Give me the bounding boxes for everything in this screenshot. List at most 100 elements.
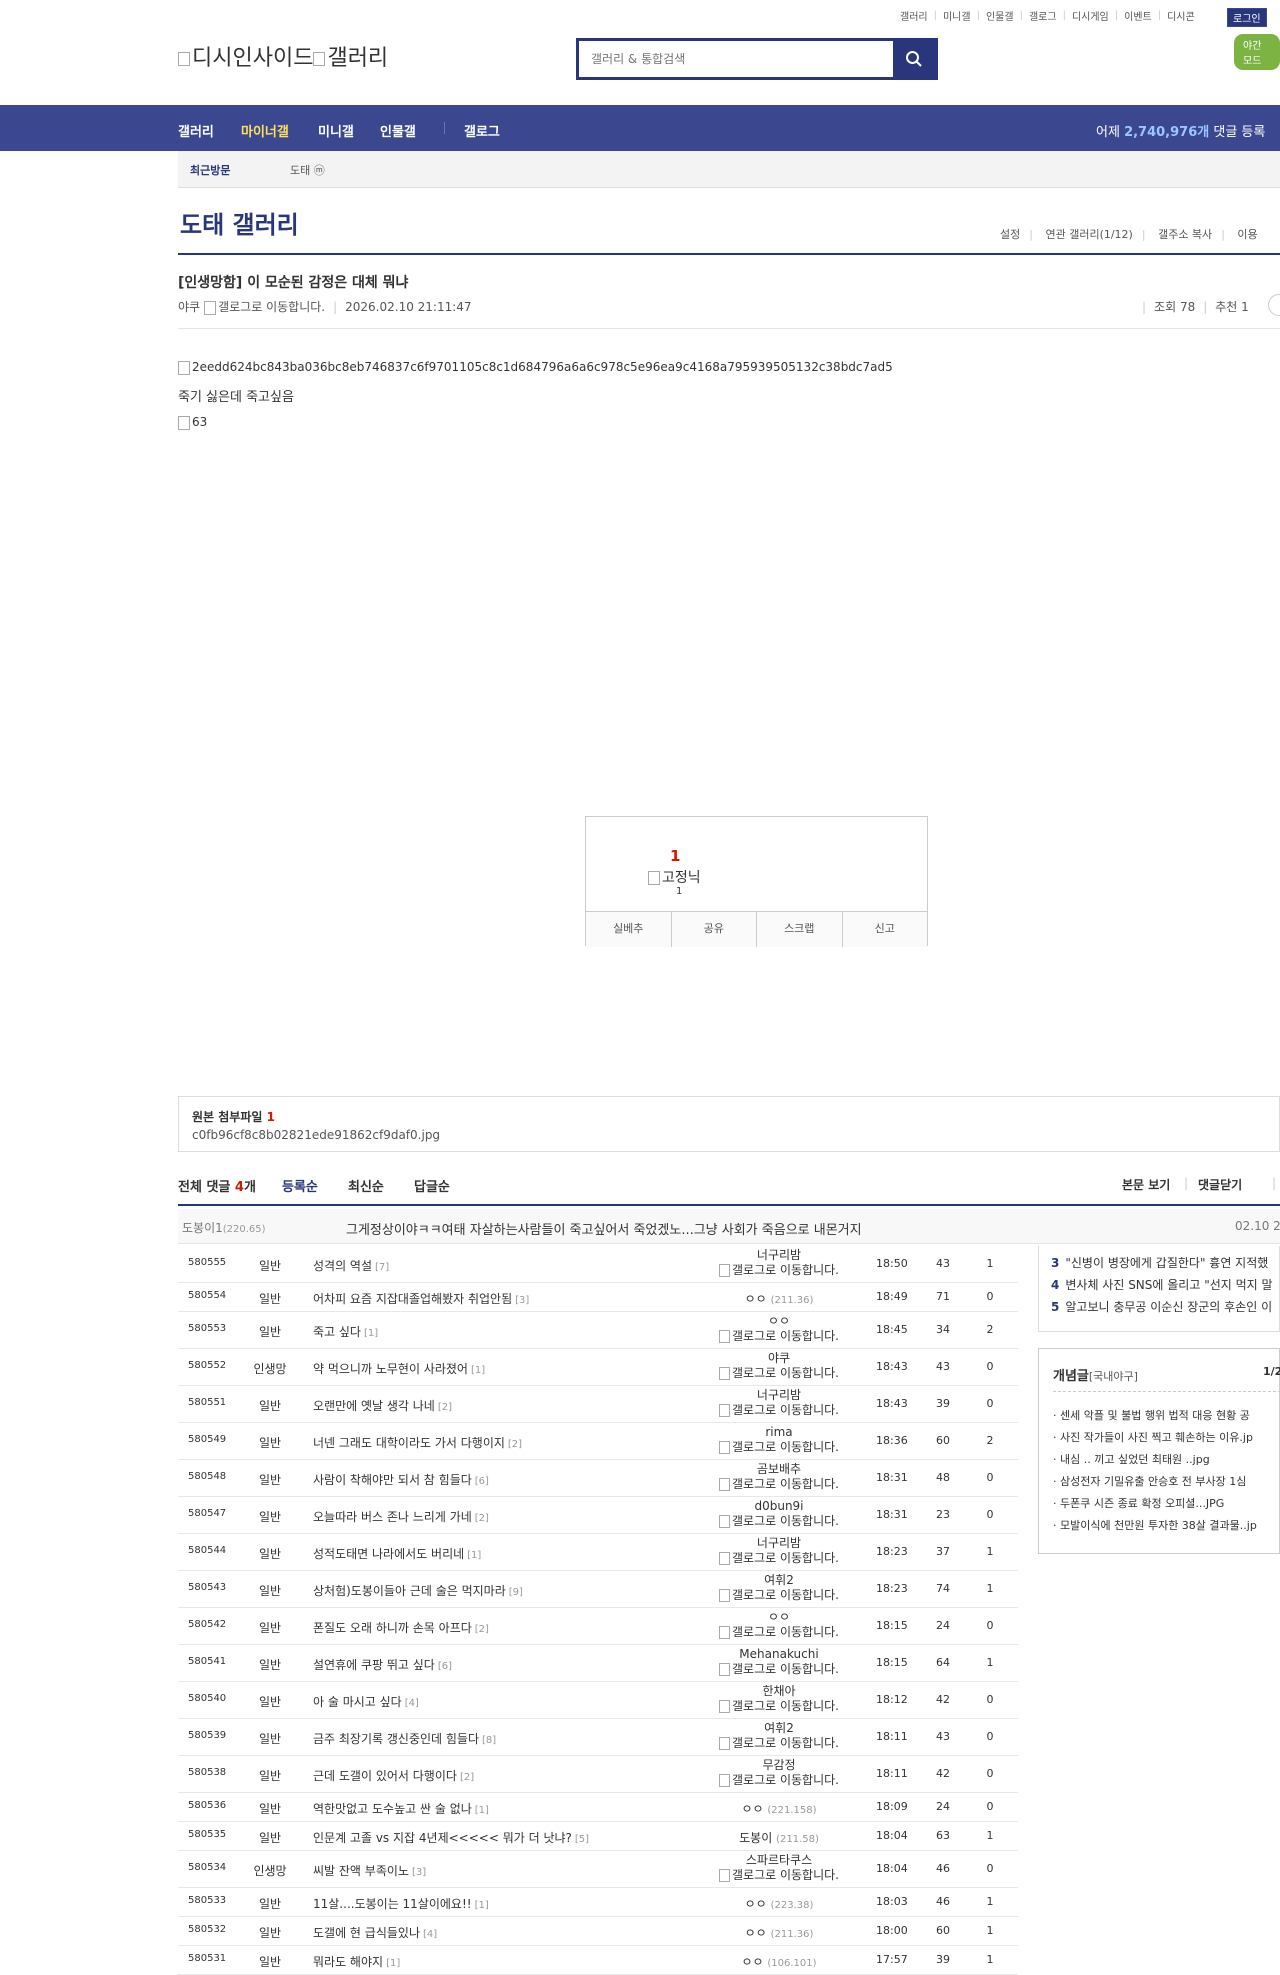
search-input[interactable] — [579, 41, 893, 77]
concept-item[interactable]: · 센세 악플 및 불법 행위 법적 대응 현황 공 — [1053, 1407, 1280, 1423]
best-recommend-button[interactable]: 실베추 — [586, 912, 672, 947]
post-title-link[interactable]: 도갤에 현 급식들있나 [4] — [313, 1924, 437, 1941]
gallog-link[interactable]: 갤로그로 이동합니다. — [718, 1699, 840, 1714]
post-title-link[interactable]: 오랜만에 옛날 생각 나네 [2] — [313, 1397, 452, 1414]
reply-count[interactable]: [6] — [438, 1661, 452, 1672]
gallog-link[interactable]: 갤로그로 이동합니다. — [718, 1588, 840, 1603]
gallog-link[interactable]: 갤로그로 이동합니다. — [718, 1263, 840, 1278]
writer-cell[interactable]: Mehanakuchi 갤로그로 이동합니다. — [718, 1647, 840, 1677]
recent-visit-item[interactable]: 도태 ⓜ — [290, 162, 325, 178]
gallog-link[interactable]: 갤로그로 이동합니다. — [718, 1477, 840, 1492]
table-row[interactable]: 580551 일반 오랜만에 옛날 생각 나네 [2] 너구리밤 갤로그로 이동합니다. 1… — [178, 1386, 1018, 1423]
table-row[interactable]: 580548 일반 사람이 착해야만 되서 참 힘들다 [6] 곰보배추 갤로그로 이동합… — [178, 1460, 1018, 1497]
reply-count[interactable]: [3] — [515, 1295, 529, 1306]
gallery-settings-link[interactable]: 설정 — [1000, 228, 1020, 241]
post-title-link[interactable]: 설연휴에 쿠팡 뛰고 싶다 [6] — [313, 1656, 452, 1673]
post-title-link[interactable]: 11살....도봉이는 11살이에요!! [1] — [313, 1895, 489, 1912]
gallog-link[interactable]: 갤로그로 이동합니다. — [718, 1736, 840, 1751]
toplink-dccon[interactable]: 디시콘 — [1167, 8, 1195, 23]
gallog-link[interactable]: 갤로그로 이동합니다. — [718, 1514, 840, 1529]
post-title-link[interactable]: 어차피 요즘 지잡대졸업해봤자 취업안됨 [3] — [313, 1290, 529, 1307]
gallog-link[interactable]: 갤로그로 이동합니다. — [718, 1625, 840, 1640]
attachment-file-link[interactable]: c0fb96cf8c8b02821ede91862cf9daf0.jpg — [192, 1128, 440, 1142]
writer-cell[interactable]: d0bun9i 갤로그로 이동합니다. — [718, 1499, 840, 1529]
site-logo[interactable]: 디시인사이드 갤러리 — [178, 40, 388, 72]
table-row[interactable]: 580549 일반 너넨 그래도 대학이라도 가서 다행이지 [2] rima 갤로그로 … — [178, 1423, 1018, 1460]
copy-gallery-url-link[interactable]: 갤주소 복사 — [1158, 228, 1212, 241]
nav-person-gallery[interactable]: 인물갤 — [380, 121, 416, 140]
post-title-link[interactable]: 아 술 마시고 싶다 [4] — [313, 1693, 419, 1710]
share-button[interactable]: 공유 — [672, 912, 757, 947]
login-button[interactable]: 로그인 — [1227, 8, 1267, 27]
post-title-link[interactable]: 폰질도 오래 하니까 손목 아프다 [2] — [313, 1619, 489, 1636]
view-body-button[interactable]: 본문 보기 — [1122, 1176, 1170, 1193]
post-title-link[interactable]: 근데 도갤이 있어서 다행이다 [2] — [313, 1767, 474, 1784]
toplink-event[interactable]: 이벤트 — [1124, 8, 1152, 23]
table-row[interactable]: 580539 일반 금주 최장기록 갱신중인데 힘들다 [8] 여휘2 갤로그로 이동합니… — [178, 1719, 1018, 1756]
gallog-link[interactable]: 갤로그로 이동합니다. — [718, 1366, 840, 1381]
reply-count[interactable]: [8] — [482, 1735, 496, 1746]
gallog-link[interactable]: 갤로그로 이동합니다. — [718, 1551, 840, 1566]
reply-count[interactable]: [6] — [475, 1476, 489, 1487]
report-button[interactable]: 신고 — [843, 912, 928, 947]
concept-item[interactable]: · 사진 작가들이 사진 찍고 훼손하는 이유.jp — [1053, 1429, 1280, 1445]
post-title-link[interactable]: 성격의 역설 [7] — [313, 1257, 389, 1274]
post-title-link[interactable]: 상처험)도봉이들아 근데 술은 먹지마라 [9] — [313, 1582, 523, 1599]
gallog-link[interactable]: 갤로그로 이동합니다. — [718, 1403, 840, 1418]
toplink-minigall[interactable]: 미니갤 — [943, 8, 971, 23]
scrap-button[interactable]: 스크랩 — [757, 912, 843, 947]
more-icon[interactable] — [1268, 294, 1280, 316]
reply-count[interactable]: [7] — [375, 1262, 389, 1273]
reply-count[interactable]: [1] — [475, 1900, 489, 1911]
gallog-alt-text[interactable]: 갤로그로 이동합니다. — [218, 300, 325, 314]
reply-count[interactable]: [2] — [508, 1439, 522, 1450]
concept-item[interactable]: · 삼성전자 기밀유출 안승호 전 부사장 1심 — [1053, 1473, 1280, 1489]
gallog-link[interactable]: 갤로그로 이동합니다. — [718, 1662, 840, 1677]
post-image-2[interactable]: 63 — [178, 415, 207, 430]
writer-cell[interactable]: 여휘2 갤로그로 이동합니다. — [718, 1573, 840, 1603]
gallog-link[interactable]: 갤로그로 이동합니다. — [718, 1868, 840, 1883]
writer-cell[interactable]: 스파르타쿠스 갤로그로 이동합니다. — [718, 1853, 840, 1883]
table-row[interactable]: 580552 인생망 약 먹으니까 노무현이 사라졌어 [1] 야쿠 갤로그로 이동합니다… — [178, 1349, 1018, 1386]
writer-cell[interactable]: ㅇㅇ 갤로그로 이동합니다. — [718, 1610, 840, 1640]
reply-count[interactable]: [2] — [438, 1402, 452, 1413]
gallog-icon[interactable] — [204, 300, 217, 315]
fixed-nick-recommend-button[interactable]: 고정닉 — [648, 867, 701, 887]
writer-cell[interactable]: 여휘2 갤로그로 이동합니다. — [718, 1721, 840, 1751]
related-gallery-link[interactable]: 연관 갤러리(1/12) — [1045, 228, 1132, 241]
writer-cell[interactable]: ㅇㅇ (211.36) — [718, 1290, 840, 1307]
post-title-link[interactable]: 너넨 그래도 대학이라도 가서 다행이지 [2] — [313, 1434, 522, 1451]
writer-cell[interactable]: 곰보배추 갤로그로 이동합니다. — [718, 1462, 840, 1492]
toplink-person[interactable]: 인물갤 — [986, 8, 1014, 23]
search-button[interactable] — [893, 41, 935, 77]
writer-cell[interactable]: ㅇㅇ (223.38) — [718, 1895, 840, 1912]
post-image[interactable]: 2eedd624bc843ba036bc8eb746837c6f9701105c… — [178, 360, 893, 375]
table-row[interactable]: 580553 일반 죽고 싶다 [1] ㅇㅇ 갤로그로 이동합니다. 18:45 34 2 — [178, 1312, 1018, 1349]
writer-cell[interactable]: 한채아 갤로그로 이동합니다. — [718, 1684, 840, 1714]
table-row[interactable]: 580542 일반 폰질도 오래 하니까 손목 아프다 [2] ㅇㅇ 갤로그로 이동합니다… — [178, 1608, 1018, 1645]
table-row[interactable]: 580554 일반 어차피 요즘 지잡대졸업해봤자 취업안됨 [3] ㅇㅇ (211.3… — [178, 1283, 1018, 1312]
gallog-link[interactable]: 갤로그로 이동합니다. — [718, 1440, 840, 1455]
table-row[interactable]: 580532 일반 도갤에 현 급식들있나 [4] ㅇㅇ (211.36) 18:00 60… — [178, 1917, 1018, 1946]
gallery-title[interactable]: 도태 갤러리 — [180, 205, 299, 240]
tab-order-latest[interactable]: 최신순 — [348, 1176, 384, 1195]
writer-cell[interactable]: 너구리밤 갤로그로 이동합니다. — [718, 1248, 840, 1278]
gallog-link[interactable]: 갤로그로 이동합니다. — [718, 1773, 840, 1788]
nav-mini-gallery[interactable]: 미니갤 — [318, 121, 354, 140]
table-row[interactable]: 580538 일반 근데 도갤이 있어서 다행이다 [2] 무감정 갤로그로 이동합니다.… — [178, 1756, 1018, 1793]
table-row[interactable]: 580555 일반 성격의 역설 [7] 너구리밤 갤로그로 이동합니다. 18:50 43 1 — [178, 1246, 1018, 1283]
hot-item[interactable]: 4 변사체 사진 SNS에 올리고 "선지 먹지 말 — [1051, 1276, 1280, 1293]
reply-count[interactable]: [4] — [423, 1929, 437, 1940]
reply-count[interactable]: [2] — [475, 1624, 489, 1635]
gallog-link[interactable]: 갤로그로 이동합니다. — [718, 1329, 840, 1344]
reply-count[interactable]: [9] — [509, 1587, 523, 1598]
concept-item[interactable]: · 모발이식에 천만원 투자한 38살 결과물..jp — [1053, 1517, 1280, 1533]
reply-count[interactable]: [2] — [475, 1513, 489, 1524]
writer-cell[interactable]: ㅇㅇ (221.158) — [718, 1800, 840, 1817]
post-title-link[interactable]: 죽고 싶다 [1] — [313, 1323, 378, 1340]
toplink-game[interactable]: 디시게임 — [1072, 8, 1109, 23]
reply-count[interactable]: [2] — [460, 1772, 474, 1783]
table-row[interactable]: 580543 일반 상처험)도봉이들아 근데 술은 먹지마라 [9] 여휘2 갤로그로 이… — [178, 1571, 1018, 1608]
writer-cell[interactable]: 야쿠 갤로그로 이동합니다. — [718, 1351, 840, 1381]
toplink-gallog[interactable]: 갤로그 — [1029, 8, 1057, 23]
